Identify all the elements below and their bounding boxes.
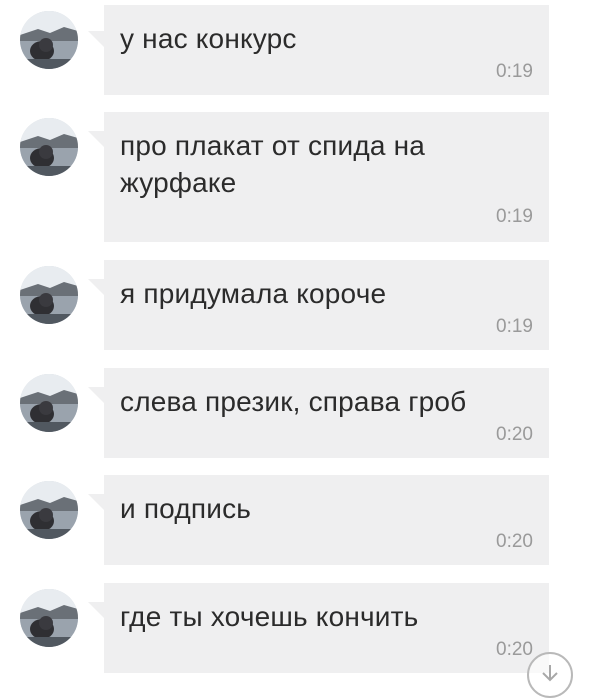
sender-avatar[interactable] bbox=[20, 481, 78, 539]
message-time: 0:20 bbox=[496, 424, 533, 445]
avatar-photo-icon bbox=[20, 589, 78, 647]
message-time: 0:19 bbox=[496, 316, 533, 337]
avatar-photo-icon bbox=[20, 481, 78, 539]
sender-avatar[interactable] bbox=[20, 374, 78, 432]
message-time: 0:19 bbox=[496, 206, 533, 227]
message-text: и подпись bbox=[120, 493, 252, 524]
sender-avatar[interactable] bbox=[20, 11, 78, 69]
message-time: 0:19 bbox=[496, 61, 533, 82]
bubble-tail bbox=[88, 279, 104, 295]
bubble-tail bbox=[88, 131, 104, 147]
message-time: 0:20 bbox=[496, 639, 533, 660]
message-bubble[interactable]: где ты хочешь кончить 0:20 bbox=[104, 583, 549, 673]
message-row: про плакат от спида на журфаке 0:19 bbox=[0, 112, 598, 242]
message-row: у нас конкурс 0:19 bbox=[0, 5, 598, 97]
message-row: где ты хочешь кончить 0:20 bbox=[0, 583, 598, 675]
bubble-tail bbox=[88, 31, 104, 47]
bubble-tail bbox=[88, 602, 104, 618]
message-text: про плакат от спида на журфаке bbox=[120, 130, 426, 198]
sender-avatar[interactable] bbox=[20, 118, 78, 176]
message-text: я придумала короче bbox=[120, 278, 387, 309]
message-text: где ты хочешь кончить bbox=[120, 601, 419, 632]
message-row: слева презик, справа гроб 0:20 bbox=[0, 368, 598, 460]
message-bubble[interactable]: слева презик, справа гроб 0:20 bbox=[104, 368, 549, 458]
avatar-photo-icon bbox=[20, 266, 78, 324]
arrow-down-icon bbox=[542, 665, 558, 682]
bubble-tail bbox=[88, 387, 104, 403]
message-bubble[interactable]: у нас конкурс 0:19 bbox=[104, 5, 549, 95]
message-bubble[interactable]: про плакат от спида на журфаке 0:19 bbox=[104, 112, 549, 242]
message-bubble[interactable]: я придумала короче 0:19 bbox=[104, 260, 549, 350]
message-row: и подпись 0:20 bbox=[0, 475, 598, 567]
message-bubble[interactable]: и подпись 0:20 bbox=[104, 475, 549, 565]
message-text: у нас конкурс bbox=[120, 23, 297, 54]
sender-avatar[interactable] bbox=[20, 589, 78, 647]
message-row: я придумала короче 0:19 bbox=[0, 260, 598, 352]
chat-history: у нас конкурс 0:19 про плакат от спида н… bbox=[0, 0, 598, 698]
sender-avatar[interactable] bbox=[20, 266, 78, 324]
message-time: 0:20 bbox=[496, 531, 533, 552]
avatar-photo-icon bbox=[20, 11, 78, 69]
scroll-to-bottom-button[interactable] bbox=[527, 652, 573, 698]
message-text: слева презик, справа гроб bbox=[120, 386, 467, 417]
bubble-tail bbox=[88, 494, 104, 510]
avatar-photo-icon bbox=[20, 118, 78, 176]
avatar-photo-icon bbox=[20, 374, 78, 432]
